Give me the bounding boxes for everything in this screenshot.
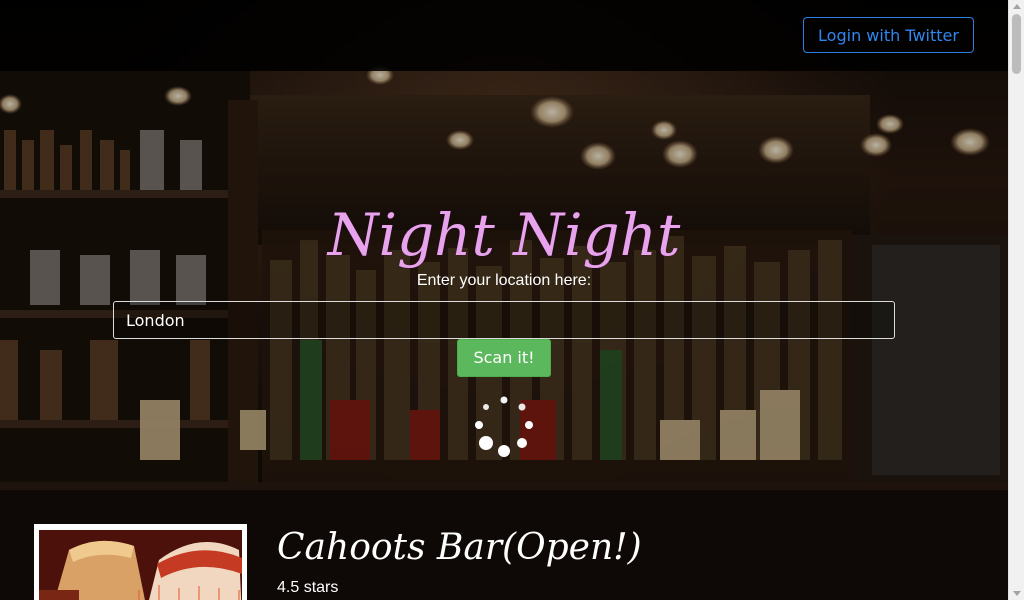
location-label: Enter your location here: [416, 272, 592, 289]
location-input[interactable] [113, 301, 895, 339]
login-with-twitter-button[interactable]: Login with Twitter [803, 17, 974, 53]
scroll-up-arrow-icon[interactable] [1013, 4, 1021, 9]
app-title: Night Night [327, 201, 681, 269]
scrollbar-thumb[interactable] [1012, 14, 1021, 74]
scan-button[interactable]: Scan it! [457, 339, 551, 377]
result-rating: 4.5 stars [277, 579, 339, 596]
background-dim-overlay [0, 0, 1008, 600]
top-navbar: Login with Twitter [0, 0, 1008, 71]
loading-spinner-icon [475, 396, 533, 457]
vertical-scrollbar[interactable] [1008, 0, 1024, 600]
result-thumbnail[interactable] [34, 524, 247, 600]
page: Login with Twitter Night Night Enter you… [0, 0, 1024, 600]
scroll-down-arrow-icon[interactable] [1013, 591, 1021, 596]
result-photo [39, 530, 242, 600]
result-title[interactable]: Cahoots Bar(Open!) [277, 520, 642, 576]
bar-background-image [0, 0, 1008, 600]
